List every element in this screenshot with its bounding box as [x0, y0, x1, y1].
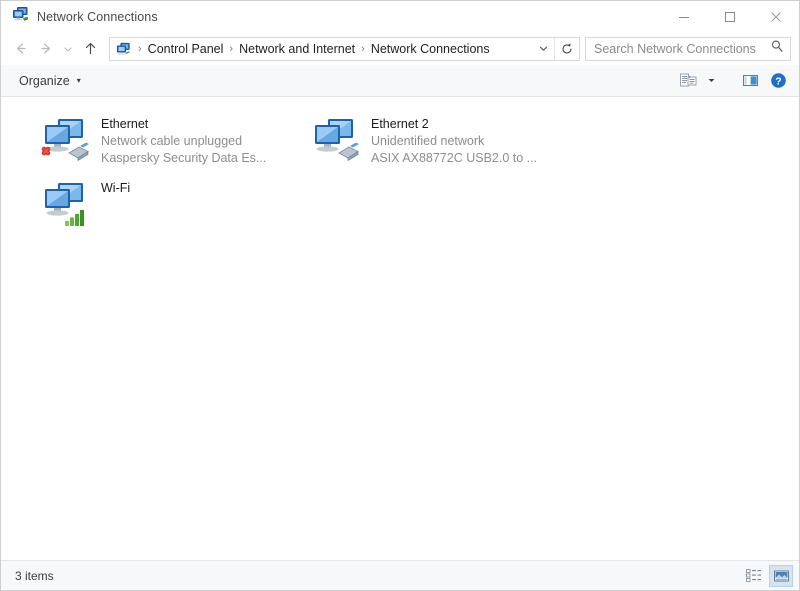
organize-caret-icon: ▾: [76, 76, 81, 85]
breadcrumb-control-panel[interactable]: Control Panel: [144, 42, 228, 56]
preview-pane-icon[interactable]: [737, 69, 763, 93]
connections-list: Ethernet Network cable unplugged Kaspers…: [1, 97, 799, 560]
breadcrumb-separator: ›: [229, 42, 234, 55]
breadcrumb-separator: ›: [361, 42, 365, 55]
breadcrumb-network-icon: [110, 42, 136, 56]
list-item-text: Ethernet Network cable unplugged Kaspers…: [101, 111, 266, 167]
view-toggle-group: [741, 564, 793, 587]
list-item[interactable]: Wi-Fi: [13, 171, 283, 235]
help-button[interactable]: ?: [765, 69, 791, 93]
toolbar-right-controls: ?: [675, 69, 791, 93]
back-button[interactable]: [7, 36, 33, 62]
search-icon[interactable]: [770, 39, 784, 58]
window-title: Network Connections: [37, 9, 158, 24]
maximize-button[interactable]: [707, 1, 753, 32]
breadcrumb-separator: ›: [138, 42, 142, 55]
title-bar: Network Connections: [1, 1, 799, 32]
list-item[interactable]: Ethernet Network cable unplugged Kaspers…: [13, 107, 283, 171]
network-adapter-icon: [39, 113, 91, 165]
connection-name: Ethernet 2: [371, 117, 429, 131]
title-bar-left: Network Connections: [1, 6, 158, 27]
network-adapter-icon: [309, 113, 361, 165]
list-item-text: Wi-Fi: [101, 175, 130, 197]
refresh-icon[interactable]: [554, 37, 579, 60]
organize-button[interactable]: Organize ▾: [15, 71, 85, 91]
list-item-text: Ethernet 2 Unidentified network ASIX AX8…: [371, 111, 537, 167]
window-controls: [661, 1, 799, 32]
network-connections-window: Network Connections › Control Panel › Ne…: [0, 0, 800, 591]
connection-status: Network cable unplugged: [101, 134, 243, 148]
view-options-icon[interactable]: [675, 69, 701, 93]
view-options-chevron-down-icon[interactable]: [703, 69, 719, 93]
navigation-bar: › Control Panel › Network and Internet ›…: [1, 32, 799, 65]
connection-status: Unidentified network: [371, 134, 485, 148]
connection-name: Wi-Fi: [101, 181, 131, 195]
list-item[interactable]: Ethernet 2 Unidentified network ASIX AX8…: [283, 107, 553, 171]
details-view-button[interactable]: [741, 565, 765, 587]
connection-name: Ethernet: [101, 117, 149, 131]
up-button[interactable]: [77, 36, 103, 62]
breadcrumb-network-connections[interactable]: Network Connections: [367, 42, 494, 56]
organize-label: Organize: [19, 73, 70, 88]
search-box[interactable]: [585, 36, 791, 61]
connection-device: ASIX AX88772C USB2.0 to ...: [371, 151, 538, 165]
address-chevron-down-icon[interactable]: [532, 38, 554, 60]
minimize-button[interactable]: [661, 1, 707, 32]
address-bar[interactable]: › Control Panel › Network and Internet ›…: [109, 36, 580, 61]
item-count-label: 3 items: [15, 568, 54, 583]
red-x-overlay: [41, 146, 51, 156]
rj45-plug: [338, 142, 359, 162]
network-adapter-icon: [39, 177, 91, 229]
search-input[interactable]: [594, 41, 770, 56]
breadcrumb-network-and-internet[interactable]: Network and Internet: [235, 42, 359, 56]
large-icons-view-button[interactable]: [769, 564, 793, 587]
network-connections-icon: [12, 6, 29, 27]
status-bar: 3 items: [1, 560, 799, 590]
svg-text:?: ?: [775, 75, 781, 87]
rj45-plug: [68, 142, 89, 162]
command-toolbar: Organize ▾ ?: [1, 65, 799, 97]
recent-locations-chevron-down-icon[interactable]: [59, 36, 77, 62]
connection-device: Kaspersky Security Data Es...: [101, 151, 267, 165]
close-button[interactable]: [753, 1, 799, 32]
forward-button[interactable]: [33, 36, 59, 62]
